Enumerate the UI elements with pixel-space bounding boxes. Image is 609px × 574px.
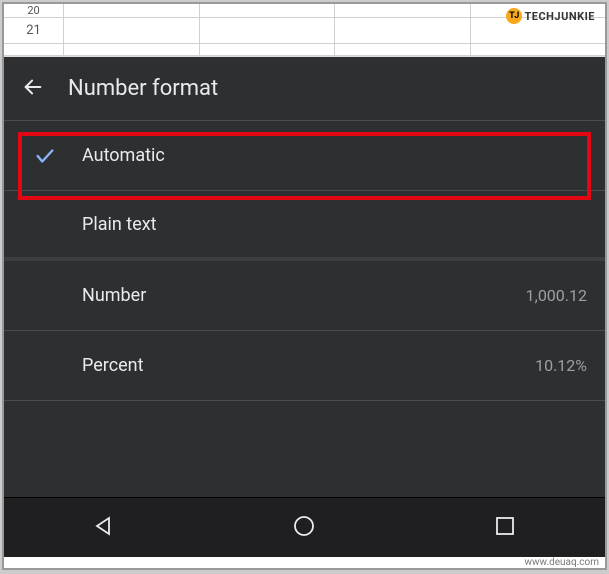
format-option-plain-text[interactable]: Plain text — [4, 191, 605, 261]
number-format-panel: Number format Automatic Plain text Numbe… — [4, 57, 605, 497]
cell[interactable] — [335, 44, 471, 55]
option-sample: 10.12% — [535, 356, 587, 375]
techjunkie-badge: TJ — [506, 8, 522, 24]
row-number[interactable]: 20 — [4, 4, 64, 17]
option-label: Number — [82, 285, 500, 306]
option-label: Automatic — [82, 145, 587, 166]
cell[interactable] — [200, 4, 336, 17]
format-option-percent[interactable]: Percent 10.12% — [4, 331, 605, 401]
option-label: Plain text — [82, 214, 587, 235]
option-sample: 1,000.12 — [526, 286, 587, 305]
sheet-row[interactable] — [4, 44, 605, 56]
cell[interactable] — [200, 18, 336, 43]
cell[interactable] — [471, 44, 606, 55]
cell[interactable] — [200, 44, 336, 55]
cell[interactable] — [335, 4, 471, 17]
nav-home-icon[interactable] — [292, 514, 316, 542]
source-url-watermark: www.deuaq.com — [523, 557, 602, 568]
nav-recent-icon[interactable] — [493, 514, 517, 542]
cell[interactable] — [64, 18, 200, 43]
format-option-number[interactable]: Number 1,000.12 — [4, 261, 605, 331]
nav-back-icon[interactable] — [92, 514, 116, 542]
cell[interactable] — [64, 44, 200, 55]
android-navbar — [4, 497, 605, 557]
row-number[interactable]: 21 — [4, 18, 64, 43]
row-number[interactable] — [4, 44, 64, 55]
cell[interactable] — [64, 4, 200, 17]
back-arrow-icon[interactable] — [22, 76, 44, 102]
cell[interactable] — [335, 18, 471, 43]
techjunkie-text: TECHJUNKIE — [524, 10, 595, 23]
panel-header: Number format — [4, 57, 605, 121]
panel-title: Number format — [68, 76, 218, 101]
watermark-logo: TJ TECHJUNKIE — [506, 8, 595, 24]
option-label: Percent — [82, 355, 509, 376]
check-icon — [34, 145, 56, 167]
format-option-list: Automatic Plain text Number 1,000.12 Per… — [4, 121, 605, 497]
format-option-automatic[interactable]: Automatic — [4, 121, 605, 191]
